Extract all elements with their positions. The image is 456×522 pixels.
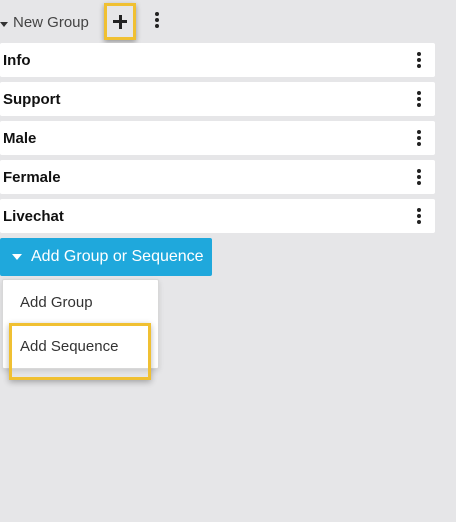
plus-icon (113, 14, 127, 29)
list-item[interactable]: Fermale (0, 160, 435, 194)
kebab-icon (416, 130, 422, 146)
add-item-button[interactable] (104, 3, 136, 40)
list-item[interactable]: Info (0, 43, 435, 77)
row-options-button[interactable] (416, 208, 422, 224)
list-item-label: Livechat (3, 208, 64, 225)
group-options-button[interactable] (154, 12, 162, 30)
kebab-icon (154, 12, 160, 28)
row-options-button[interactable] (416, 169, 422, 185)
add-button-label: Add Group or Sequence (31, 248, 204, 265)
row-options-button[interactable] (416, 130, 422, 146)
row-options-button[interactable] (416, 52, 422, 68)
list-item[interactable]: Male (0, 121, 435, 155)
list-item[interactable]: Livechat (0, 199, 435, 233)
caret-down-icon (12, 254, 22, 260)
add-group-or-sequence-button[interactable]: Add Group or Sequence (0, 238, 212, 276)
list-item-label: Support (3, 91, 61, 108)
menu-item-add-group[interactable]: Add Group (20, 294, 93, 312)
group-title[interactable]: New Group (13, 14, 89, 32)
row-options-button[interactable] (416, 91, 422, 107)
kebab-icon (416, 91, 422, 107)
group-header[interactable]: New Group (0, 4, 200, 42)
dropdown-menu: Add Group Add Sequence (2, 279, 159, 369)
list-item-label: Male (3, 130, 37, 147)
list-item-label: Info (3, 52, 31, 69)
kebab-icon (416, 52, 422, 68)
kebab-icon (416, 169, 422, 185)
menu-item-add-sequence[interactable]: Add Sequence (20, 338, 118, 356)
kebab-icon (416, 208, 422, 224)
list-item[interactable]: Support (0, 82, 435, 116)
group-list: Info Support Male Fermale Livechat (0, 43, 435, 238)
list-item-label: Fermale (3, 169, 61, 186)
caret-down-icon[interactable] (0, 22, 8, 27)
